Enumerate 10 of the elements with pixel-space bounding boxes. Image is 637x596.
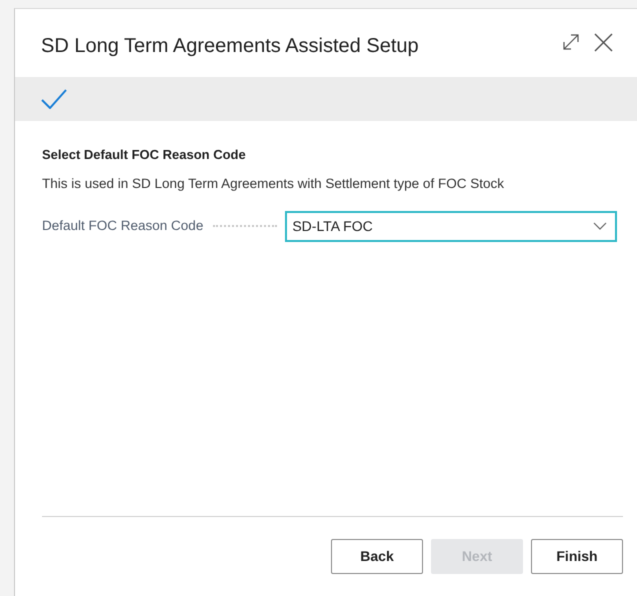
section-heading: Select Default FOC Reason Code bbox=[42, 146, 247, 164]
wizard-button[interactable]: Finish bbox=[531, 539, 623, 574]
expand-icon[interactable] bbox=[562, 33, 580, 51]
wizard-button[interactable]: Back bbox=[331, 539, 423, 574]
close-icon[interactable] bbox=[594, 33, 613, 52]
section-description: This is used in SD Long Term Agreements with Settlement type of FOC Stock bbox=[42, 174, 505, 193]
field-label: Default FOC Reason Code bbox=[42, 217, 204, 236]
chevron-down-icon[interactable] bbox=[593, 222, 608, 230]
dialog-title: SD Long Term Agreements Assisted Setup bbox=[40, 34, 419, 59]
dropdown-field[interactable]: SD-LTA FOC bbox=[285, 210, 618, 242]
